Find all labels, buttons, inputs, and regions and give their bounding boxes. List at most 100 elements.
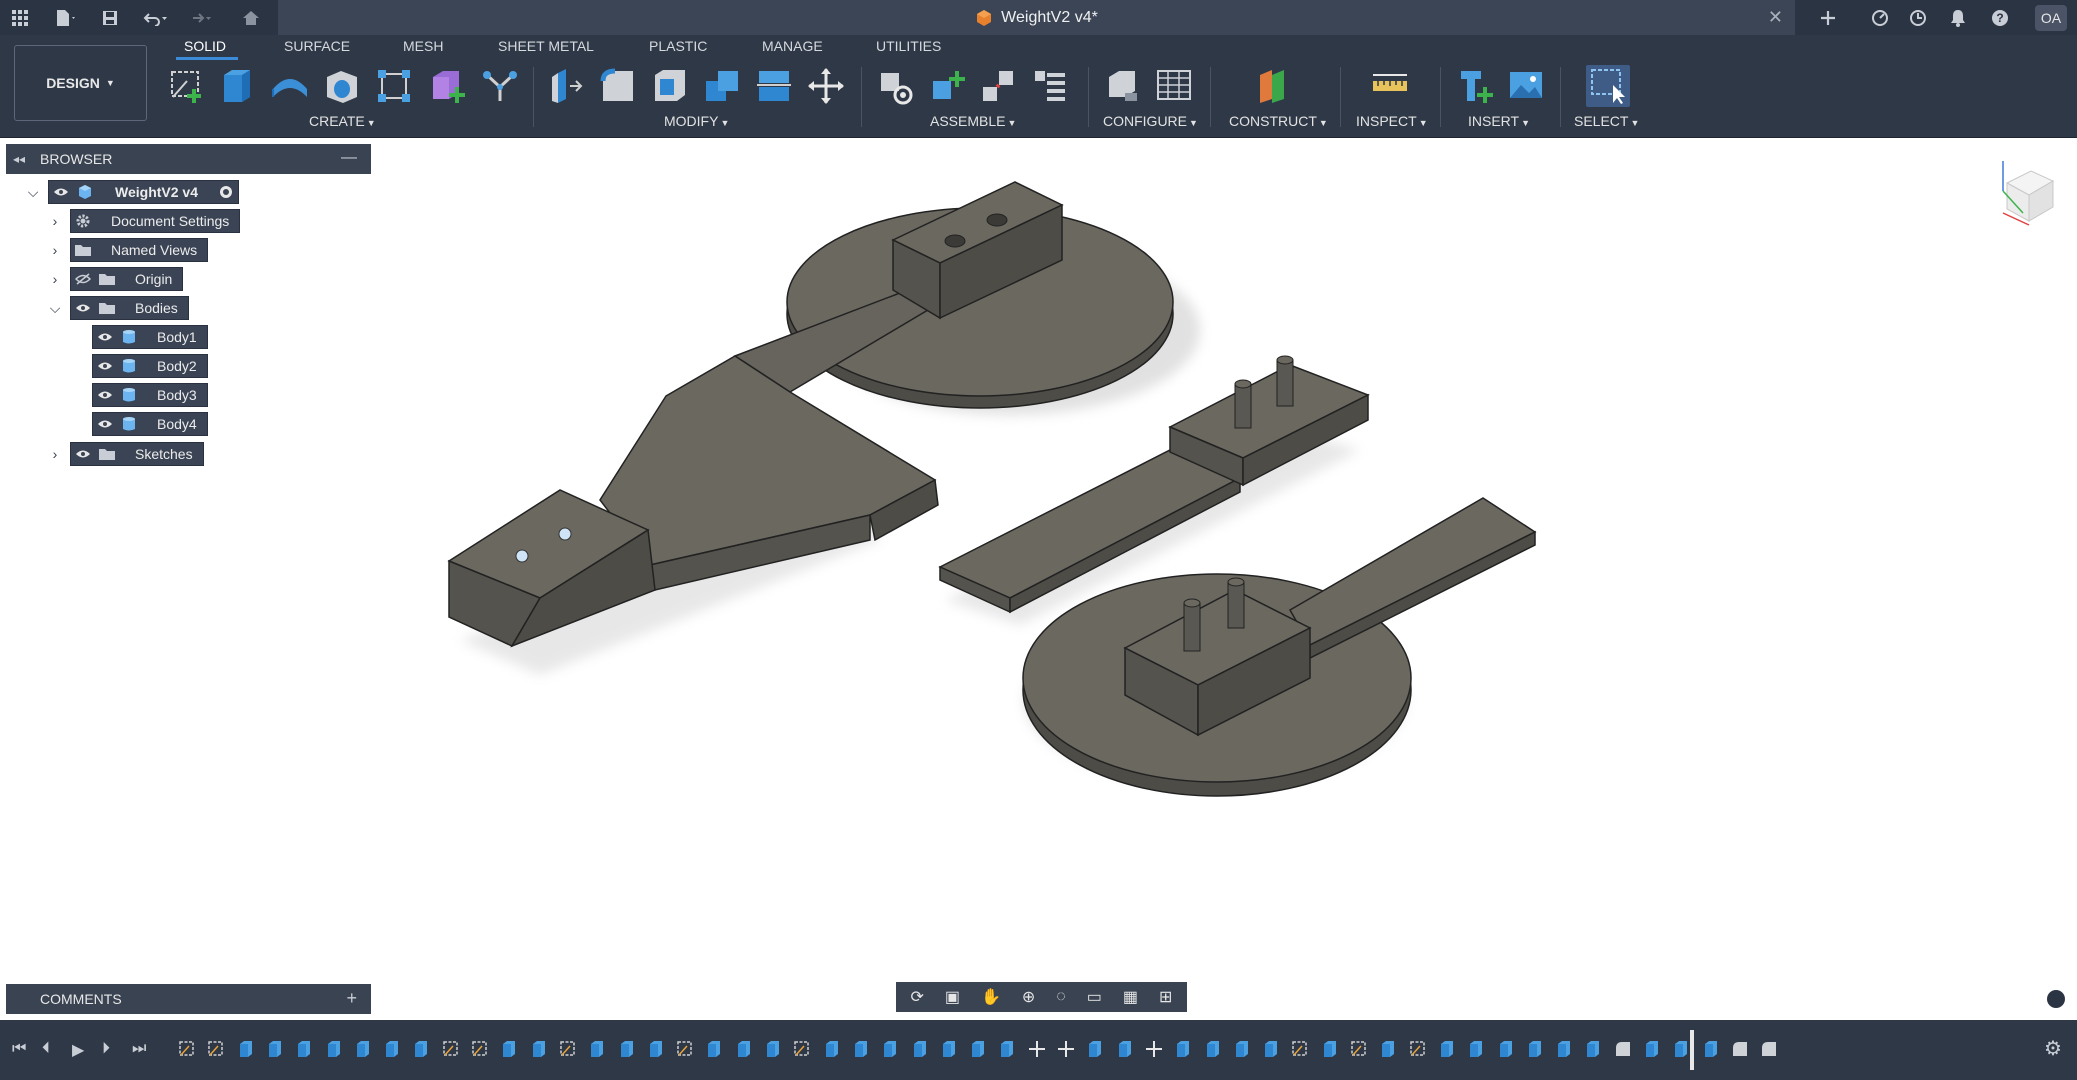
add-comment-icon[interactable]: + xyxy=(346,988,357,1009)
timeline-extrude-icon[interactable] xyxy=(852,1038,870,1060)
tree-item-origin[interactable]: › Origin xyxy=(44,266,184,292)
view-cube[interactable] xyxy=(1993,155,2063,235)
timeline-extrude-icon[interactable] xyxy=(1204,1038,1222,1060)
fit-icon[interactable]: ◌ xyxy=(1056,988,1066,1006)
eye-icon[interactable] xyxy=(49,181,73,203)
new-component-assemble-icon[interactable] xyxy=(928,65,968,107)
new-tab-icon[interactable] xyxy=(1810,0,1846,35)
window-select-icon[interactable] xyxy=(1586,65,1630,107)
tab-surface[interactable]: SURFACE xyxy=(284,38,350,54)
viewports-icon[interactable]: ⊞ xyxy=(1159,987,1172,1007)
timeline-sketch-icon[interactable] xyxy=(676,1038,694,1060)
timeline-extrude-icon[interactable] xyxy=(354,1038,372,1060)
timeline-sketch-icon[interactable] xyxy=(1350,1038,1368,1060)
timeline-extrude-icon[interactable] xyxy=(998,1038,1016,1060)
timeline-sketch-icon[interactable] xyxy=(471,1038,489,1060)
go-to-start-icon[interactable]: ⏮ xyxy=(12,1040,26,1058)
go-to-end-icon[interactable]: ⏭ xyxy=(132,1040,146,1058)
tree-item-document-settings[interactable]: › Document Settings xyxy=(44,208,241,234)
tab-plastic[interactable]: PLASTIC xyxy=(649,38,707,54)
body3-model[interactable] xyxy=(1022,497,1537,797)
timeline-sketch-icon[interactable] xyxy=(207,1038,225,1060)
fillet-icon[interactable] xyxy=(598,65,638,107)
tree-item-body1[interactable]: Body1 xyxy=(92,324,208,350)
feedback-icon[interactable] xyxy=(2047,990,2065,1008)
app-grid-icon[interactable] xyxy=(6,0,34,35)
press-pull-icon[interactable] xyxy=(546,65,586,107)
timeline-extrude-icon[interactable] xyxy=(325,1038,343,1060)
configure-component-icon[interactable] xyxy=(1102,65,1142,107)
undo-icon[interactable] xyxy=(138,0,174,35)
timeline-extrude-icon[interactable] xyxy=(969,1038,987,1060)
timeline-extrude-icon[interactable] xyxy=(1174,1038,1192,1060)
timeline-extrude-icon[interactable] xyxy=(1438,1038,1456,1060)
eye-icon[interactable] xyxy=(93,326,117,348)
timeline-settings-gear-icon[interactable]: ⚙ xyxy=(2044,1036,2062,1061)
insert-canvas-icon[interactable] xyxy=(1506,65,1546,107)
timeline-sketch-icon[interactable] xyxy=(793,1038,811,1060)
timeline-move-icon[interactable] xyxy=(1145,1038,1163,1060)
tree-item-body4[interactable]: Body4 xyxy=(92,411,208,437)
construct-menu[interactable]: CONSTRUCT ▼ xyxy=(1229,113,1328,129)
timeline-extrude-icon[interactable] xyxy=(1233,1038,1251,1060)
help-icon[interactable]: ? xyxy=(1982,0,2018,35)
notifications-bell-icon[interactable] xyxy=(1940,0,1976,35)
zoom-icon[interactable]: ⊕ xyxy=(1022,987,1035,1007)
timeline-extrude-icon[interactable] xyxy=(1497,1038,1515,1060)
chevron-right-icon[interactable]: › xyxy=(44,446,66,462)
timeline-extrude-icon[interactable] xyxy=(1643,1038,1661,1060)
timeline-extrude-icon[interactable] xyxy=(618,1038,636,1060)
new-component-icon[interactable] xyxy=(428,65,468,107)
rectangular-pattern-icon[interactable] xyxy=(374,65,414,107)
collapse-panel-icon[interactable]: ◂◂ xyxy=(6,152,32,166)
orbit-icon[interactable]: ⟳ xyxy=(910,987,923,1007)
move-copy-icon[interactable] xyxy=(806,65,846,107)
insert-derive-icon[interactable] xyxy=(1456,65,1496,107)
timeline-extrude-icon[interactable] xyxy=(1555,1038,1573,1060)
timeline-extrude-icon[interactable] xyxy=(1379,1038,1397,1060)
tree-item-body2[interactable]: Body2 xyxy=(92,353,208,379)
measure-icon[interactable] xyxy=(1370,65,1410,107)
workspace-switcher-button[interactable]: DESIGN ▼ xyxy=(14,45,147,121)
body2-model[interactable] xyxy=(938,355,1370,625)
eye-icon[interactable] xyxy=(71,443,95,465)
tree-item-named-views[interactable]: › Named Views xyxy=(44,237,209,263)
eye-icon[interactable] xyxy=(71,297,95,319)
timeline-extrude-icon[interactable] xyxy=(266,1038,284,1060)
as-built-joint-icon[interactable] xyxy=(978,65,1018,107)
user-avatar[interactable]: OA xyxy=(2035,5,2067,31)
file-menu-icon[interactable] xyxy=(48,0,84,35)
split-body-icon[interactable] xyxy=(754,65,794,107)
revolve-icon[interactable] xyxy=(270,65,310,107)
pan-hand-icon[interactable]: ✋ xyxy=(981,987,1001,1007)
tab-sheet-metal[interactable]: SHEET METAL xyxy=(498,38,594,54)
timeline-fillet-icon[interactable] xyxy=(1760,1038,1778,1060)
minimize-panel-icon[interactable]: — xyxy=(341,149,357,167)
look-at-icon[interactable]: ▣ xyxy=(945,987,960,1007)
timeline-extrude-icon[interactable] xyxy=(237,1038,255,1060)
close-tab-icon[interactable]: ✕ xyxy=(1768,7,1783,28)
play-icon[interactable]: ▶ xyxy=(72,1040,84,1060)
timeline-extrude-icon[interactable] xyxy=(1467,1038,1485,1060)
hole-icon[interactable] xyxy=(322,65,362,107)
timeline-extrude-icon[interactable] xyxy=(530,1038,548,1060)
timeline-move-icon[interactable] xyxy=(1028,1038,1046,1060)
timeline-extrude-icon[interactable] xyxy=(705,1038,723,1060)
timeline-fillet-icon[interactable] xyxy=(1731,1038,1749,1060)
tab-mesh[interactable]: MESH xyxy=(403,38,443,54)
tree-root[interactable]: ⌵ WeightV2 v4 xyxy=(22,179,239,205)
document-tab[interactable]: WeightV2 v4* ✕ xyxy=(278,0,1795,35)
inspect-menu[interactable]: INSPECT ▼ xyxy=(1356,113,1428,129)
derive-icon[interactable] xyxy=(480,65,520,107)
activate-radio-icon[interactable] xyxy=(214,181,238,203)
eye-icon[interactable] xyxy=(93,384,117,406)
timeline-fillet-icon[interactable] xyxy=(1614,1038,1632,1060)
timeline-extrude-icon[interactable] xyxy=(383,1038,401,1060)
eye-hidden-icon[interactable] xyxy=(71,268,95,290)
timeline-extrude-icon[interactable] xyxy=(1672,1038,1690,1060)
timeline-sketch-icon[interactable] xyxy=(442,1038,460,1060)
timeline-extrude-icon[interactable] xyxy=(881,1038,899,1060)
tree-item-body3[interactable]: Body3 xyxy=(92,382,208,408)
select-menu[interactable]: SELECT ▼ xyxy=(1574,113,1639,129)
extensions-icon[interactable] xyxy=(1862,0,1898,35)
